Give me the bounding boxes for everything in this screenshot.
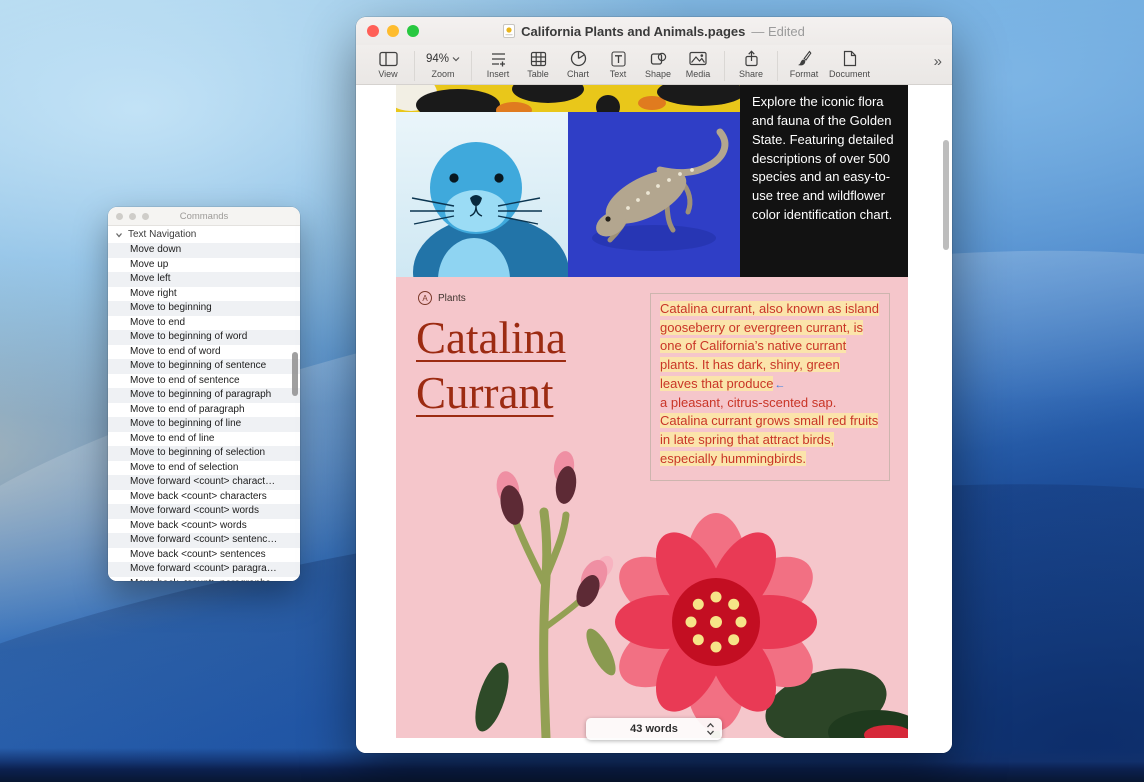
section-header-text-navigation[interactable]: Text Navigation [108, 226, 300, 243]
command-item[interactable]: Move right [108, 287, 300, 302]
toolbar-button-media[interactable]: Media [678, 49, 718, 79]
command-item[interactable]: Move to end of selection [108, 461, 300, 476]
toolbar-button-view[interactable]: View [368, 49, 408, 79]
format-brush-icon [796, 49, 812, 68]
section-label: Text Navigation [128, 229, 196, 240]
commands-list: Move downMove upMove leftMove rightMove … [108, 243, 300, 581]
command-item[interactable]: Move to beginning of line [108, 417, 300, 432]
toolbar-divider [414, 51, 415, 81]
close-button[interactable] [116, 213, 123, 220]
table-icon [530, 49, 547, 68]
lizard-illustration [568, 112, 740, 277]
minimize-button[interactable] [129, 213, 136, 220]
command-item[interactable]: Move left [108, 272, 300, 287]
command-item[interactable]: Move to beginning of sentence [108, 359, 300, 374]
commands-window: Commands Text Navigation Move downMove u… [108, 207, 300, 581]
command-item[interactable]: Move to end of paragraph [108, 403, 300, 418]
command-item[interactable]: Move to end of word [108, 345, 300, 360]
toolbar-button-document[interactable]: Document [824, 49, 875, 79]
word-count-stepper-icon[interactable] [706, 722, 715, 739]
line-break-marker-icon: ← [773, 379, 786, 391]
edited-label: — Edited [751, 24, 804, 39]
page-title[interactable]: Catalina Currant [416, 311, 566, 422]
command-item[interactable]: Move back <count> sentences [108, 548, 300, 563]
badge-letter: A [418, 291, 432, 305]
wallpaper-bottom-band [0, 748, 1144, 782]
chevron-down-icon [115, 231, 123, 239]
command-item[interactable]: Move forward <count> sentenc… [108, 533, 300, 548]
share-icon [744, 49, 759, 68]
toolbar-divider [777, 51, 778, 81]
document-proxy-icon [503, 24, 515, 38]
window-title: California Plants and Animals.pages [521, 24, 745, 39]
command-item[interactable]: Move to beginning of paragraph [108, 388, 300, 403]
toolbar-button-zoom[interactable]: 94% Zoom [421, 49, 465, 79]
intro-text: Explore the iconic flora and fauna of th… [752, 93, 896, 225]
commands-window-title: Commands [180, 211, 229, 222]
chevron-down-icon [452, 56, 460, 62]
zoom-value: 94% [426, 53, 449, 65]
scrollbar-thumb[interactable] [943, 140, 949, 250]
pages-window: California Plants and Animals.pages — Ed… [356, 17, 952, 753]
toolbar-overflow-chevron[interactable]: » [934, 53, 940, 70]
command-item[interactable]: Move down [108, 243, 300, 258]
view-sidebar-icon [379, 49, 398, 68]
command-item[interactable]: Move back <count> characters [108, 490, 300, 505]
image-seal[interactable] [396, 112, 568, 277]
yellow-illustration [396, 85, 740, 112]
command-item[interactable]: Move to end [108, 316, 300, 331]
toolbar-divider [471, 51, 472, 81]
command-item[interactable]: Move to end of line [108, 432, 300, 447]
word-count-label: 43 words [630, 723, 678, 735]
command-item[interactable]: Move forward <count> words [108, 504, 300, 519]
flower-illustration[interactable] [396, 427, 908, 738]
zoom-button[interactable] [142, 213, 149, 220]
image-yellow-detail[interactable] [396, 85, 740, 112]
insert-icon [490, 49, 507, 68]
text-icon [611, 49, 626, 68]
zoom-button[interactable] [407, 25, 419, 37]
document-canvas[interactable]: Explore the iconic flora and fauna of th… [356, 85, 952, 753]
section-badge: A Plants [418, 291, 466, 305]
command-item[interactable]: Move back <count> words [108, 519, 300, 534]
command-item[interactable]: Move to beginning of word [108, 330, 300, 345]
desktop: Commands Text Navigation Move downMove u… [0, 0, 1144, 782]
toolbar-divider [724, 51, 725, 81]
command-item[interactable]: Move up [108, 258, 300, 273]
command-item[interactable]: Move to end of sentence [108, 374, 300, 389]
image-lizard[interactable] [568, 112, 740, 277]
command-item[interactable]: Move forward <count> charact… [108, 475, 300, 490]
toolbar-button-share[interactable]: Share [731, 49, 771, 79]
command-item[interactable]: Move to beginning of selection [108, 446, 300, 461]
command-item[interactable]: Move back <count> paragraphs [108, 577, 300, 582]
seal-illustration [396, 112, 568, 277]
command-item[interactable]: Move to beginning [108, 301, 300, 316]
toolbar-button-format[interactable]: Format [784, 49, 824, 79]
plants-section: A Plants Catalina Currant Catalina curra… [396, 277, 908, 738]
toolbar-button-chart[interactable]: Chart [558, 49, 598, 79]
shape-icon [650, 49, 667, 68]
pages-titlebar[interactable]: California Plants and Animals.pages — Ed… [356, 17, 952, 45]
toolbar-button-insert[interactable]: Insert [478, 49, 518, 79]
intro-text-box[interactable]: Explore the iconic flora and fauna of th… [740, 85, 908, 277]
word-count-pill[interactable]: 43 words [586, 718, 722, 740]
media-icon [689, 49, 707, 68]
close-button[interactable] [367, 25, 379, 37]
minimize-button[interactable] [387, 25, 399, 37]
commands-titlebar[interactable]: Commands [108, 207, 300, 226]
scrollbar-thumb[interactable] [292, 352, 298, 396]
badge-label: Plants [438, 293, 466, 304]
document-icon [843, 49, 857, 68]
command-item[interactable]: Move forward <count> paragra… [108, 562, 300, 577]
toolbar-button-shape[interactable]: Shape [638, 49, 678, 79]
chart-icon [570, 49, 587, 68]
toolbar-button-text[interactable]: Text [598, 49, 638, 79]
toolbar-button-table[interactable]: Table [518, 49, 558, 79]
pages-toolbar: View 94% Zoom Insert Ta [356, 45, 952, 85]
